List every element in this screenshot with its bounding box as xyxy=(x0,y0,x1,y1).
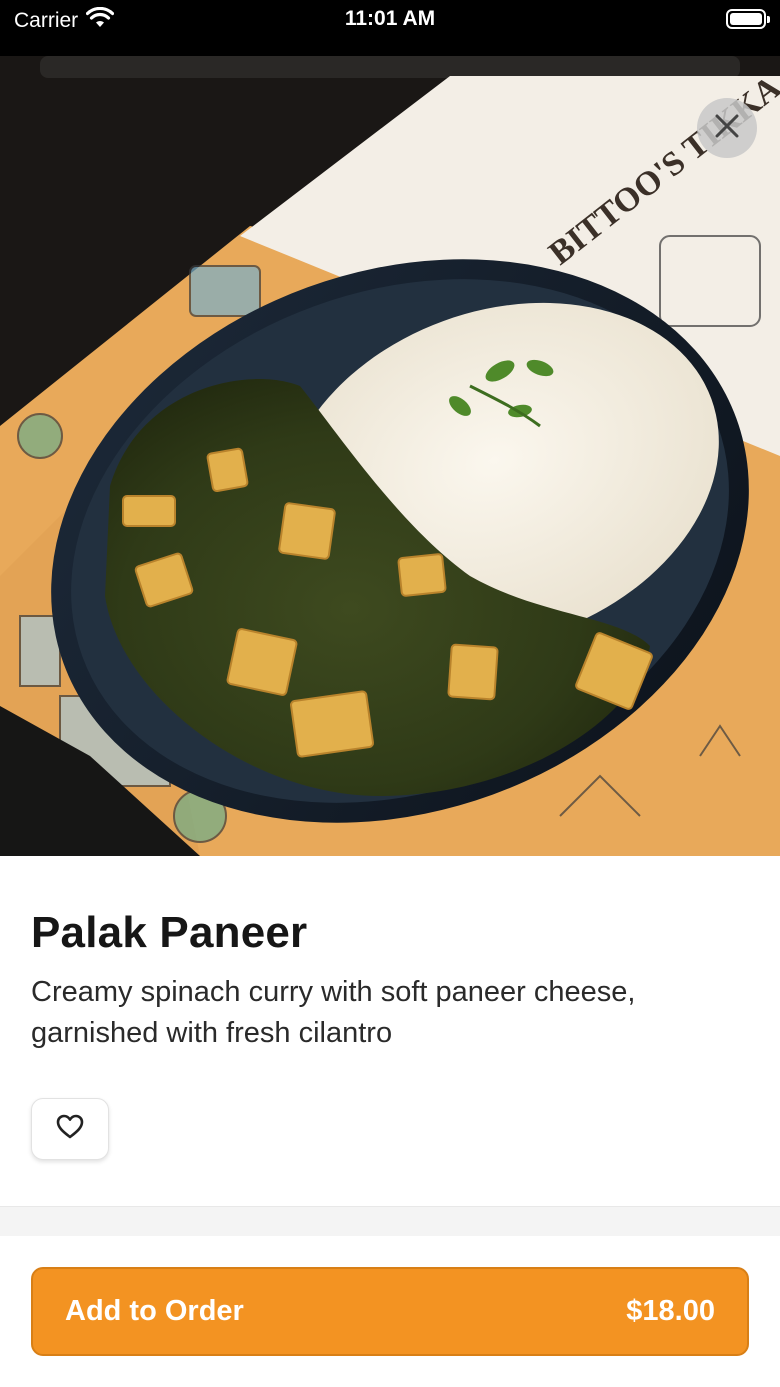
price-label: $18.00 xyxy=(626,1295,715,1327)
favorite-button[interactable] xyxy=(31,1098,109,1160)
dish-title: Palak Paneer xyxy=(31,908,308,957)
add-to-order-button[interactable]: Add to Order $18.00 xyxy=(31,1267,749,1356)
battery-icon xyxy=(726,9,770,29)
dish-description: Creamy spinach curry with soft paneer ch… xyxy=(31,976,636,1049)
close-icon xyxy=(714,113,740,144)
close-button[interactable] xyxy=(697,98,757,158)
dish-image: BITTOO'S TIKKA xyxy=(0,56,780,856)
status-time: 11:01 AM xyxy=(344,7,436,30)
status-bar: Carrier 11:01 AM xyxy=(0,0,780,56)
section-divider xyxy=(0,1206,780,1236)
heart-outline-icon xyxy=(56,1114,84,1145)
add-to-order-label: Add to Order xyxy=(65,1295,244,1327)
